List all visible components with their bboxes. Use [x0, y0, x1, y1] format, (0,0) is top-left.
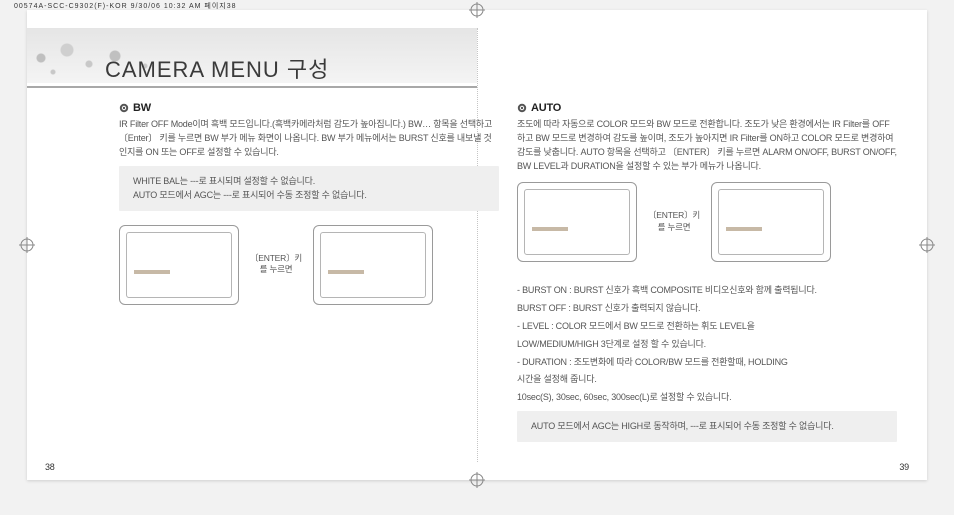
auto-diagram: 〔ENTER〕키를 누르면 — [517, 182, 897, 274]
page-number-right: 39 — [899, 462, 909, 472]
list-item: - LEVEL : COLOR 모드에서 BW 모드로 전환하는 휘도 LEVE… — [517, 320, 897, 334]
list-item: 10sec(S), 30sec, 60sec, 300sec(L)로 설정할 수… — [517, 391, 897, 405]
bw-note: WHITE BAL는 ---로 표시되며 설정할 수 없습니다. AUTO 모드… — [119, 166, 499, 211]
monitor-after — [313, 225, 433, 305]
monitor-after — [711, 182, 831, 262]
page-number-left: 38 — [45, 462, 55, 472]
monitor-before — [119, 225, 239, 305]
enter-key-label: 〔ENTER〕키를 누르면 — [645, 210, 703, 234]
bullet-icon — [517, 103, 527, 113]
list-item: - DURATION : 조도변화에 따라 COLOR/BW 모드를 전환할때,… — [517, 356, 897, 370]
bw-heading: BW — [119, 102, 499, 114]
monitor-before — [517, 182, 637, 262]
page-title: CAMERA MENU 구성 — [105, 52, 329, 84]
list-item: 시간을 설정해 줍니다. — [517, 373, 897, 387]
auto-heading-text: AUTO — [531, 102, 561, 114]
list-item: LOW/MEDIUM/HIGH 3단계로 설정 할 수 있습니다. — [517, 338, 897, 352]
enter-key-label: 〔ENTER〕키를 누르면 — [247, 253, 305, 277]
auto-heading: AUTO — [517, 102, 897, 114]
list-item: BURST OFF : BURST 신호가 출력되지 않습니다. — [517, 302, 897, 316]
auto-note: AUTO 모드에서 AGC는 HIGH로 동작하며, ---로 표시되어 수동 … — [517, 411, 897, 441]
section-auto: AUTO 조도에 따라 자동으로 COLOR 모드와 BW 모드로 전환합니다.… — [517, 102, 897, 456]
list-item: - BURST ON : BURST 신호가 흑백 COMPOSITE 비디오신… — [517, 284, 897, 298]
auto-bullet-list: - BURST ON : BURST 신호가 흑백 COMPOSITE 비디오신… — [517, 284, 897, 406]
crop-mark-bottom — [469, 472, 485, 488]
spread: CAMERA MENU 구성 BW IR Filter OFF Mode이며 흑… — [27, 10, 927, 480]
crop-mark-left — [19, 237, 35, 253]
bw-diagram: 〔ENTER〕키를 누르면 — [119, 225, 499, 317]
bw-paragraph: IR Filter OFF Mode이며 흑백 모드입니다.(흑백카메라처럼 감… — [119, 118, 499, 160]
section-bw: BW IR Filter OFF Mode이며 흑백 모드입니다.(흑백카메라처… — [119, 102, 499, 317]
crop-mark-top — [469, 2, 485, 18]
crop-mark-right — [919, 237, 935, 253]
bw-heading-text: BW — [133, 102, 151, 114]
bullet-icon — [119, 103, 129, 113]
auto-paragraph: 조도에 따라 자동으로 COLOR 모드와 BW 모드로 전환합니다. 조도가 … — [517, 118, 897, 174]
